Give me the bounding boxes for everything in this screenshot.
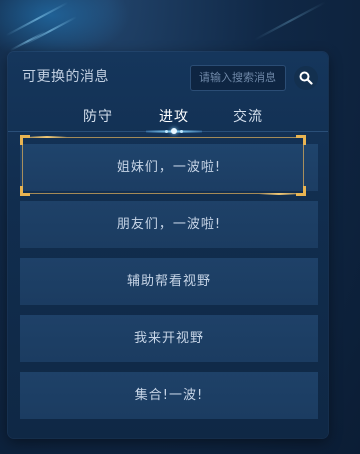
message-panel: 可更换的消息 请输入搜索消息 防守 进攻 交流 姐妹们，一波啦! 朋友们，一波啦… — [8, 52, 328, 438]
tab-communication[interactable]: 交流 — [218, 106, 278, 126]
active-tab-dots — [161, 126, 187, 136]
search-icon — [299, 71, 313, 85]
search-input[interactable]: 请输入搜索消息 — [190, 65, 286, 91]
tab-defense[interactable]: 防守 — [68, 106, 128, 126]
tab-attack[interactable]: 进攻 — [144, 106, 204, 126]
panel-title: 可更换的消息 — [22, 69, 109, 85]
message-item[interactable]: 集合!一波! — [20, 372, 318, 419]
message-item[interactable]: 朋友们，一波啦! — [20, 201, 318, 248]
message-item[interactable]: 辅助帮看视野 — [20, 258, 318, 305]
message-list: 姐妹们，一波啦! 朋友们，一波啦! 辅助帮看视野 我来开视野 集合!一波! — [20, 144, 318, 429]
tab-bar: 防守 进攻 交流 — [8, 102, 328, 134]
message-item[interactable]: 我来开视野 — [20, 315, 318, 362]
panel-header: 可更换的消息 请输入搜索消息 — [8, 52, 328, 102]
search-button[interactable] — [294, 66, 318, 90]
message-item-selected[interactable]: 姐妹们，一波啦! — [20, 144, 318, 191]
